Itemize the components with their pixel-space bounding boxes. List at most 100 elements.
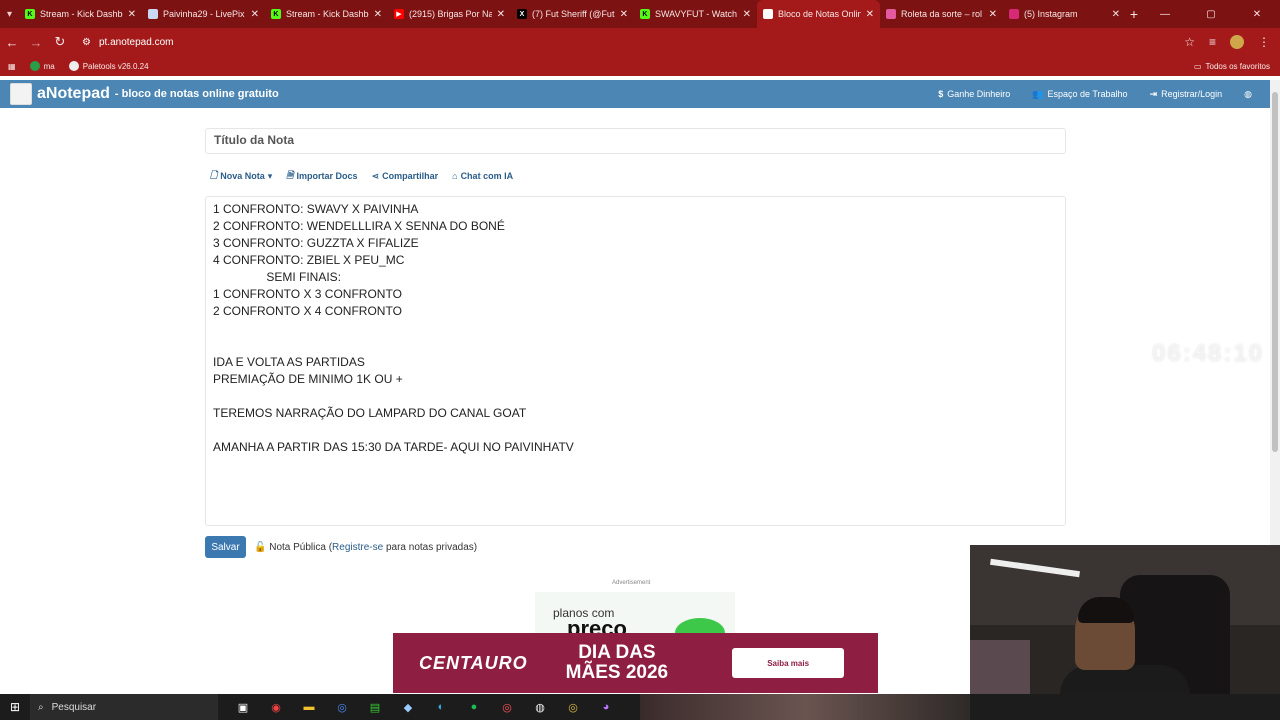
tab-close-icon[interactable]: ✕ bbox=[620, 9, 628, 20]
public-note-suffix: para notas privadas) bbox=[383, 541, 478, 553]
bookmark-label: Paletools v26.0.24 bbox=[82, 61, 149, 71]
note-content-textarea[interactable]: 1 CONFRONTO: SWAVY X PAIVINHA 2 CONFRONT… bbox=[205, 196, 1066, 526]
nav-workspace-label: Espaço de Trabalho bbox=[1047, 89, 1128, 99]
tab-close-icon[interactable]: ✕ bbox=[1112, 9, 1120, 20]
new-note-button[interactable]: 🗋 Nova Nota ▾ bbox=[210, 168, 272, 184]
windows-start-icon[interactable]: ⊞ bbox=[0, 700, 30, 714]
nav-earn-money[interactable]: $ Ganhe Dinheiro bbox=[938, 89, 1010, 99]
tab-search-icon[interactable]: ▾ bbox=[0, 0, 19, 28]
browser-tab[interactable]: Paivinha29 - LivePix ✕ bbox=[142, 0, 265, 28]
ai-chat-label: Chat com IA bbox=[460, 171, 514, 181]
site-info-icon[interactable]: ⚙ bbox=[82, 37, 91, 48]
browser-tab[interactable]: Bloco de Notas Onlin ✕ bbox=[756, 0, 880, 28]
app-icon[interactable]: ◆ bbox=[397, 696, 419, 718]
share-button[interactable]: ⋖ Compartilhar bbox=[372, 168, 439, 184]
tab-title: SWAVYFUT - Watch L bbox=[654, 9, 738, 19]
browser-tab[interactable]: K SWAVYFUT - Watch L ✕ bbox=[634, 0, 757, 28]
app-icon[interactable]: ◕ bbox=[595, 696, 617, 718]
nav-login-label: Registrar/Login bbox=[1161, 89, 1223, 99]
app-icon[interactable]: ▤ bbox=[364, 696, 386, 718]
notepad-logo-icon[interactable] bbox=[10, 83, 32, 105]
browser-tab[interactable]: K Stream - Kick Dashbo ✕ bbox=[19, 0, 142, 28]
tab-title: Bloco de Notas Onlin bbox=[777, 9, 861, 19]
app-icon[interactable]: ◍ bbox=[529, 696, 551, 718]
tab-title: (7) Fut Sheriff (@FutS bbox=[531, 9, 615, 19]
register-link[interactable]: Registre-se bbox=[332, 542, 383, 553]
taskbar-search[interactable]: ⌕ Pesquisar bbox=[30, 694, 218, 720]
minimize-button[interactable]: — bbox=[1142, 9, 1188, 20]
chrome-icon[interactable]: ◎ bbox=[331, 696, 353, 718]
address-bar[interactable]: ⚙ pt.anotepad.com bbox=[82, 37, 173, 48]
tab-favicon-icon: K bbox=[639, 9, 650, 19]
app-icon[interactable]: ◎ bbox=[562, 696, 584, 718]
spotify-icon[interactable]: ● bbox=[463, 696, 485, 718]
nav-workspace[interactable]: 👥 Espaço de Trabalho bbox=[1032, 89, 1127, 100]
ad2-brand: CENTAURO bbox=[419, 652, 528, 673]
task-view-icon[interactable]: ▣ bbox=[232, 696, 254, 718]
tab-title: Paivinha29 - LivePix bbox=[162, 9, 245, 19]
close-window-button[interactable]: ✕ bbox=[1234, 9, 1280, 20]
maximize-button[interactable]: ▢ bbox=[1188, 9, 1234, 20]
note-title-input[interactable]: Título da Nota bbox=[205, 128, 1066, 154]
browser-tab[interactable]: K Stream - Kick Dashbo ✕ bbox=[265, 0, 388, 28]
public-note-prefix: Nota Pública ( bbox=[269, 541, 333, 553]
tab-favicon-icon: K bbox=[24, 9, 35, 19]
tab-close-icon[interactable]: ✕ bbox=[866, 9, 874, 20]
bookmark-star-icon[interactable]: ☆ bbox=[1184, 35, 1195, 49]
save-row: Salvar 🔓 Nota Pública (Registre-se para … bbox=[205, 536, 477, 558]
bookmarks-bar: ▦ ma Paletools v26.0.24 ▭ Todos os favor… bbox=[0, 56, 1280, 76]
tab-close-icon[interactable]: ✕ bbox=[251, 9, 259, 20]
apps-grid-icon[interactable]: ▦ bbox=[8, 62, 16, 71]
bookmark-paletools[interactable]: Paletools v26.0.24 bbox=[68, 61, 149, 71]
more-menu-icon[interactable]: ⋮ bbox=[1258, 35, 1270, 49]
share-icon: ⋖ bbox=[371, 170, 380, 181]
save-button[interactable]: Salvar bbox=[205, 536, 246, 558]
tab-favicon-icon bbox=[1008, 9, 1019, 19]
scrollbar-thumb[interactable] bbox=[1272, 92, 1278, 452]
robot-icon: ⌂ bbox=[452, 171, 458, 181]
new-note-label: Nova Nota bbox=[220, 171, 265, 181]
window-controls: — ▢ ✕ bbox=[1142, 9, 1280, 20]
ad-banner-centauro[interactable]: CENTAURO DIA DAS MÃES 2026 Saiba mais bbox=[393, 633, 878, 693]
webcam-person-hair bbox=[1078, 597, 1134, 623]
tab-favicon-icon: ▶ bbox=[393, 9, 404, 19]
tab-close-icon[interactable]: ✕ bbox=[497, 9, 505, 20]
ad-banner-top[interactable]: planos com preço bbox=[535, 592, 735, 634]
tab-close-icon[interactable]: ✕ bbox=[989, 9, 997, 20]
browser-tab[interactable]: ▶ (2915) Brigas Por Nad ✕ bbox=[388, 0, 511, 28]
chrome-icon[interactable]: ◎ bbox=[496, 696, 518, 718]
bookmark-whatsapp[interactable]: ma bbox=[29, 61, 55, 71]
forward-button[interactable]: → bbox=[24, 35, 48, 50]
ad2-cta-button[interactable]: Saiba mais bbox=[732, 648, 845, 678]
reload-button[interactable]: ↻ bbox=[48, 34, 72, 50]
media-icon[interactable]: ≡ bbox=[1209, 35, 1216, 49]
browser-tab[interactable]: Roleta da sorte – rol ✕ bbox=[880, 0, 1003, 28]
all-bookmarks[interactable]: ▭ Todos os favoritos bbox=[1194, 62, 1280, 71]
browser-toolbar: ← → ↻ ⚙ pt.anotepad.com ☆ ≡ ⋮ bbox=[0, 28, 1280, 56]
back-button[interactable]: ← bbox=[0, 35, 24, 50]
globe-icon[interactable]: ◍ bbox=[1244, 89, 1252, 100]
file-explorer-icon[interactable]: ▬ bbox=[298, 696, 320, 718]
tab-title: (2915) Brigas Por Nad bbox=[408, 9, 492, 19]
browser-tab-bar: ▾ K Stream - Kick Dashbo ✕ Paivinha29 - Liv… bbox=[0, 0, 1280, 28]
new-tab-button[interactable]: + bbox=[1126, 6, 1142, 22]
ai-chat-button[interactable]: ⌂ Chat com IA bbox=[452, 168, 513, 184]
tab-close-icon[interactable]: ✕ bbox=[374, 9, 382, 20]
import-docs-button[interactable]: 🗎 Importar Docs bbox=[286, 168, 357, 184]
tab-favicon-icon bbox=[885, 9, 896, 19]
tab-favicon-icon bbox=[147, 9, 158, 19]
browser-tab[interactable]: (5) Instagram ✕ bbox=[1003, 0, 1126, 28]
tab-close-icon[interactable]: ✕ bbox=[743, 9, 751, 20]
all-bookmarks-label: Todos os favoritos bbox=[1205, 61, 1270, 71]
tab-close-icon[interactable]: ✕ bbox=[128, 9, 136, 20]
tab-favicon-icon: X bbox=[516, 9, 527, 19]
nav-earn-label: Ganhe Dinheiro bbox=[947, 89, 1011, 99]
browser-tab[interactable]: X (7) Fut Sheriff (@FutS ✕ bbox=[511, 0, 634, 28]
brand-name[interactable]: aNotepad bbox=[37, 85, 110, 103]
profile-avatar[interactable] bbox=[1230, 35, 1244, 49]
nav-login[interactable]: ⇥ Registrar/Login bbox=[1150, 89, 1223, 100]
app-icon[interactable]: ◉ bbox=[265, 696, 287, 718]
edge-icon[interactable]: ◐ bbox=[430, 696, 452, 718]
url-text: pt.anotepad.com bbox=[98, 36, 174, 48]
document-icon: 🗋 bbox=[210, 170, 218, 180]
